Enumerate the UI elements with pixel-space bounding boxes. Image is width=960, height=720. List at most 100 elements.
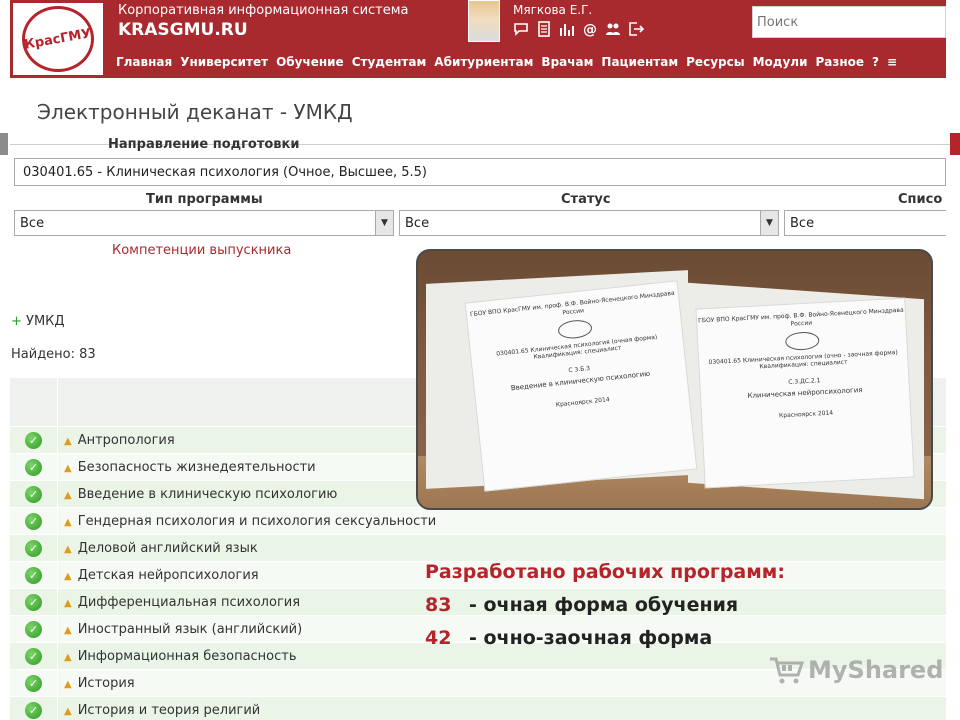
warning-triangle-icon: ▲: [64, 624, 72, 636]
check-icon: ✓: [25, 620, 42, 638]
nav-item[interactable]: Разное: [815, 55, 864, 69]
user-name[interactable]: Мягкова Е.Г.: [513, 3, 592, 17]
row-discipline-cell[interactable]: ▲ Иностранный язык (английский): [58, 622, 302, 637]
nav-item[interactable]: Университет: [180, 55, 268, 69]
program-type-select[interactable]: Все ▼: [14, 210, 394, 236]
separator-left-accent: [0, 133, 8, 155]
nav-item[interactable]: Обучение: [276, 55, 344, 69]
row-status-cell: ✓: [10, 426, 58, 454]
svg-text:@: @: [583, 22, 597, 37]
check-icon: ✓: [25, 566, 42, 584]
system-name: Корпоративная информационная система: [118, 3, 409, 18]
nav-item[interactable]: Модули: [753, 55, 808, 69]
nav-item[interactable]: Ресурсы: [686, 55, 744, 69]
row-discipline-cell[interactable]: ▲ Гендерная психология и психология сексу…: [58, 514, 436, 529]
warning-triangle-icon: ▲: [64, 570, 72, 582]
chat-icon[interactable]: [513, 20, 529, 38]
discipline-name: Детская нейропсихология: [77, 567, 259, 583]
discipline-name: История: [77, 675, 135, 691]
nav-item[interactable]: Абитуриентам: [434, 55, 533, 69]
dropdown-arrow-icon[interactable]: ▼: [375, 211, 393, 235]
found-count: Найдено: 83: [11, 347, 96, 362]
page-title: Электронный деканат - УМКД: [37, 100, 353, 124]
nav-item[interactable]: ?: [872, 55, 879, 69]
discipline-name: Безопасность жизнедеятельности: [77, 459, 316, 475]
program-type-value: Все: [20, 216, 45, 231]
row-status-cell: ✓: [10, 507, 58, 535]
expand-plus-icon: +: [11, 314, 22, 329]
stats-icon[interactable]: [559, 20, 575, 38]
document-icon[interactable]: [536, 20, 552, 38]
row-status-cell: ✓: [10, 642, 58, 670]
dropdown-arrow-icon[interactable]: ▼: [760, 211, 778, 235]
list-select[interactable]: Все: [784, 210, 946, 236]
status-label: Статус: [561, 192, 611, 207]
warning-triangle-icon: ▲: [64, 597, 72, 609]
row-discipline-cell[interactable]: ▲ Антропология: [58, 433, 175, 448]
warning-triangle-icon: ▲: [64, 462, 72, 474]
user-avatar[interactable]: [468, 0, 500, 42]
table-row[interactable]: ✓ ▲ Гендерная психология и психология секс…: [10, 507, 946, 535]
nav-item[interactable]: Студентам: [352, 55, 427, 69]
warning-triangle-icon: ▲: [64, 435, 72, 447]
logout-icon[interactable]: [628, 20, 644, 38]
row-discipline-cell[interactable]: ▲ История: [58, 676, 135, 691]
row-status-cell: ✓: [10, 453, 58, 481]
header-bar: КрасГМУ Корпоративная информационная сис…: [10, 0, 946, 78]
table-row[interactable]: ✓ ▲ История и теория религий: [10, 696, 946, 720]
site-name[interactable]: KRASGMU.RU: [118, 20, 248, 40]
nav-item[interactable]: Главная: [116, 55, 172, 69]
check-icon: ✓: [25, 512, 42, 530]
row-discipline-cell[interactable]: ▲ История и теория религий: [58, 703, 260, 718]
warning-triangle-icon: ▲: [64, 516, 72, 528]
caption-count-parttime: 42: [425, 627, 452, 649]
check-icon: ✓: [25, 485, 42, 503]
discipline-name: Информационная безопасность: [77, 648, 297, 664]
program-type-label: Тип программы: [146, 192, 263, 207]
row-status-cell: ✓: [10, 669, 58, 697]
warning-triangle-icon: ▲: [64, 489, 72, 501]
caption-title: Разработано рабочих программ:: [425, 561, 785, 583]
booklet-sheet-left: ГБОУ ВПО КрасГМУ им. проф. В.Ф. Войно-Яс…: [464, 280, 698, 492]
status-select[interactable]: Все ▼: [399, 210, 779, 236]
warning-triangle-icon: ▲: [64, 678, 72, 690]
umkd-toggle[interactable]: + УМКД: [11, 314, 65, 329]
competencies-link[interactable]: Компетенции выпускника: [112, 243, 291, 258]
direction-select[interactable]: 030401.65 - Клиническая психология (Очно…: [14, 158, 946, 186]
sheet-emblem-icon: [784, 330, 820, 351]
email-icon[interactable]: @: [582, 20, 598, 38]
discipline-name: Иностранный язык (английский): [77, 621, 303, 637]
umkd-toggle-label: УМКД: [26, 314, 65, 329]
caption-count-fulltime: 83: [425, 594, 452, 616]
watermark: MyShared: [768, 655, 943, 685]
nav-item[interactable]: ≡: [887, 55, 897, 69]
search-input[interactable]: [752, 6, 946, 38]
row-discipline-cell[interactable]: ▲ Введение в клиническую психологию: [58, 487, 337, 502]
warning-triangle-icon: ▲: [64, 543, 72, 555]
row-discipline-cell[interactable]: ▲ Безопасность жизнедеятельности: [58, 460, 316, 475]
row-status-cell: ✓: [10, 534, 58, 562]
row-discipline-cell[interactable]: ▲ Дифференциальная психология: [58, 595, 300, 610]
list-label: Списо: [898, 192, 943, 207]
warning-triangle-icon: ▲: [64, 651, 72, 663]
program-booklets-photo: ГБОУ ВПО КрасГМУ им. проф. В.Ф. Войно-Яс…: [416, 249, 933, 510]
discipline-name: История и теория религий: [77, 702, 261, 718]
row-discipline-cell[interactable]: ▲ Информационная безопасность: [58, 649, 297, 664]
caption-line-fulltime: 83 - очная форма обучения: [425, 589, 785, 622]
nav-item[interactable]: Врачам: [541, 55, 593, 69]
sheet-emblem-icon: [557, 318, 593, 340]
caption-text-parttime: - очно-заочная форма: [469, 627, 713, 649]
sheet-city: Красноярск 2014: [778, 409, 834, 419]
list-value: Все: [790, 216, 815, 231]
nav-item[interactable]: Пациентам: [601, 55, 678, 69]
check-icon: ✓: [25, 539, 42, 557]
caption-line-parttime: 42 - очно-заочная форма: [425, 622, 785, 655]
discipline-name: Деловой английский язык: [77, 540, 258, 556]
separator-right-accent: [950, 133, 960, 155]
row-discipline-cell[interactable]: ▲ Детская нейропсихология: [58, 568, 259, 583]
row-discipline-cell[interactable]: ▲ Деловой английский язык: [58, 541, 258, 556]
sheet-org: ГБОУ ВПО КрасГМУ им. проф. В.Ф. Войно-Яс…: [698, 306, 904, 328]
users-icon[interactable]: [605, 20, 621, 38]
row-status-cell: ✓: [10, 615, 58, 643]
logo[interactable]: КрасГМУ: [10, 0, 106, 78]
